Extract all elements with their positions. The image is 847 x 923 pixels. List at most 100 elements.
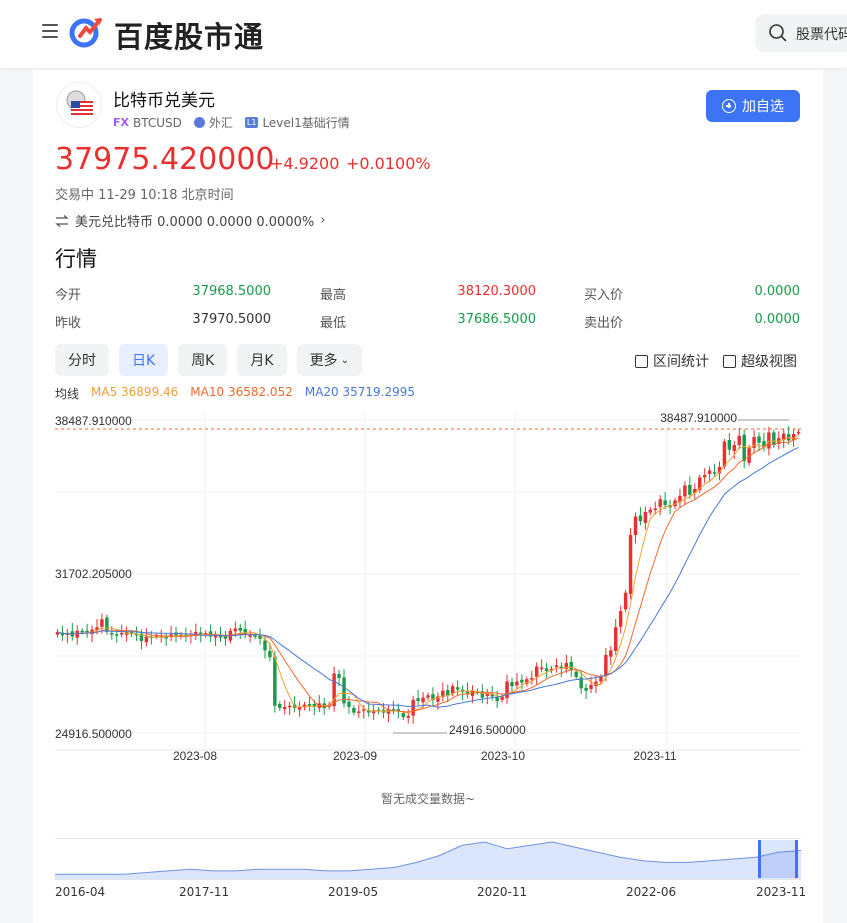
- low-value: 37686.5000: [457, 312, 536, 327]
- instrument-level: Level1基础行情: [262, 116, 350, 130]
- candle-body: [85, 630, 89, 633]
- tab-more-label: 更多: [309, 353, 338, 369]
- candle-body: [688, 484, 692, 495]
- ma-label: 均线: [55, 387, 80, 401]
- candle-body: [712, 472, 717, 474]
- tab-weekly-k[interactable]: 周K: [178, 344, 228, 376]
- candle-body: [554, 665, 559, 668]
- quote-card: 比特币兑美元 FX BTCUSD 外汇 L1 Level1基础行情 加自选 3797…: [33, 70, 823, 923]
- y-axis-label: 38487.910000: [55, 414, 132, 428]
- candle-body: [248, 635, 252, 637]
- candle-body: [273, 656, 277, 706]
- add-watchlist-button[interactable]: 加自选: [706, 90, 800, 122]
- candle-body: [737, 435, 741, 446]
- range-navigator[interactable]: [55, 838, 801, 880]
- candle-body: [727, 439, 732, 450]
- instrument-tags: FX BTCUSD 外汇 L1 Level1基础行情: [113, 114, 350, 131]
- candle-body: [446, 690, 450, 696]
- high-value: 38120.3000: [457, 284, 536, 299]
- candle-body: [796, 431, 801, 434]
- period-tabs: 分时 日K 周K 月K 更多 ⌄: [55, 344, 362, 376]
- y-axis-label: 24916.500000: [55, 727, 132, 741]
- ma10-value: MA10 36582.052: [190, 385, 293, 399]
- candle-body: [544, 668, 549, 672]
- nav-handle-right: [795, 840, 798, 878]
- ma20-value: MA20 35719.2995: [304, 385, 416, 399]
- tab-more[interactable]: 更多 ⌄: [296, 344, 362, 376]
- candle-body: [707, 470, 712, 474]
- ma20-line: [57, 446, 799, 708]
- candle-body: [233, 628, 238, 632]
- candle-body: [110, 633, 114, 635]
- no-volume-note: 暂无成交量数据~: [380, 792, 476, 806]
- candle-body: [638, 515, 643, 522]
- candle-body: [401, 713, 406, 718]
- ask-label: 卖出价: [584, 316, 624, 331]
- high-label: 最高: [320, 288, 347, 303]
- search-input[interactable]: 股票代码: [796, 24, 847, 44]
- super-view-icon: [723, 354, 736, 368]
- search-box[interactable]: 股票代码: [755, 14, 847, 52]
- nav-tick: 2017-11: [179, 885, 230, 899]
- candle-body: [609, 650, 613, 657]
- candle-body: [722, 441, 727, 467]
- nav-window: [758, 840, 798, 878]
- tab-monthly-k[interactable]: 月K: [237, 344, 287, 376]
- candle-body: [510, 682, 514, 687]
- instrument-code: BTCUSD: [133, 115, 182, 130]
- logo-icon: [69, 18, 102, 48]
- candle-body: [337, 673, 341, 679]
- hamburger-icon[interactable]: [42, 24, 58, 40]
- candle-body: [282, 706, 287, 710]
- candle-body: [119, 633, 124, 635]
- nav-tick: 2016-04: [55, 885, 106, 899]
- us-flag-coin-icon: [66, 90, 93, 115]
- candle-body: [614, 627, 618, 651]
- candle-body: [505, 681, 509, 699]
- candle-body: [278, 703, 282, 709]
- tab-daily-k[interactable]: 日K: [119, 344, 169, 376]
- instrument-name: 比特币兑美元: [113, 91, 215, 111]
- candle-body: [574, 671, 578, 677]
- candle-body: [757, 436, 761, 443]
- range-stats-icon: [635, 354, 648, 368]
- ma5-value: MA5 36899.46: [91, 385, 179, 399]
- candle-body: [569, 661, 574, 670]
- candle-body: [539, 667, 544, 670]
- y-axis-label: 31702.205000: [55, 567, 132, 581]
- nav-handle-left: [758, 840, 761, 878]
- super-view-button[interactable]: 超级视图: [723, 351, 797, 371]
- candle-body: [702, 475, 707, 478]
- candle-body: [287, 705, 292, 708]
- candle-body: [144, 636, 149, 643]
- candlestick-chart[interactable]: 38487.910000 31702.205000 24916.500000 3848…: [55, 410, 801, 770]
- open-label: 今开: [55, 288, 82, 303]
- nav-tick: 2022-06: [626, 885, 677, 899]
- candle-body: [530, 678, 534, 680]
- instrument-category: 外汇: [208, 116, 233, 130]
- inverse-pair-text: 美元兑比特币 0.0000 0.0000 0.0000%: [75, 215, 315, 230]
- candle-body: [263, 640, 267, 651]
- tab-minute[interactable]: 分时: [55, 344, 109, 376]
- top-bar: 百度股市通 股票代码: [0, 0, 847, 68]
- candle-body: [238, 627, 242, 631]
- candle-body: [253, 635, 257, 637]
- inverse-pair-link[interactable]: 美元兑比特币 0.0000 0.0000 0.0000% ›: [55, 211, 325, 230]
- x-axis-tick: 2023-10: [481, 749, 525, 763]
- candle-body: [584, 687, 588, 691]
- ask-value: 0.0000: [754, 312, 801, 327]
- globe-icon: [193, 117, 205, 128]
- x-axis-tick: 2023-08: [173, 749, 217, 763]
- candle-body: [243, 629, 247, 635]
- low-label: 最低: [320, 316, 347, 331]
- last-price: 37975.420000: [55, 142, 275, 177]
- candle-body: [520, 679, 524, 683]
- candle-body: [643, 511, 648, 523]
- range-stats-button[interactable]: 区间统计: [635, 351, 709, 371]
- candle-body: [307, 703, 312, 706]
- candle-body: [534, 666, 539, 677]
- candle-body: [732, 445, 737, 451]
- candle-body: [767, 432, 771, 449]
- open-value: 37968.5000: [192, 284, 271, 299]
- candle-body: [663, 500, 667, 506]
